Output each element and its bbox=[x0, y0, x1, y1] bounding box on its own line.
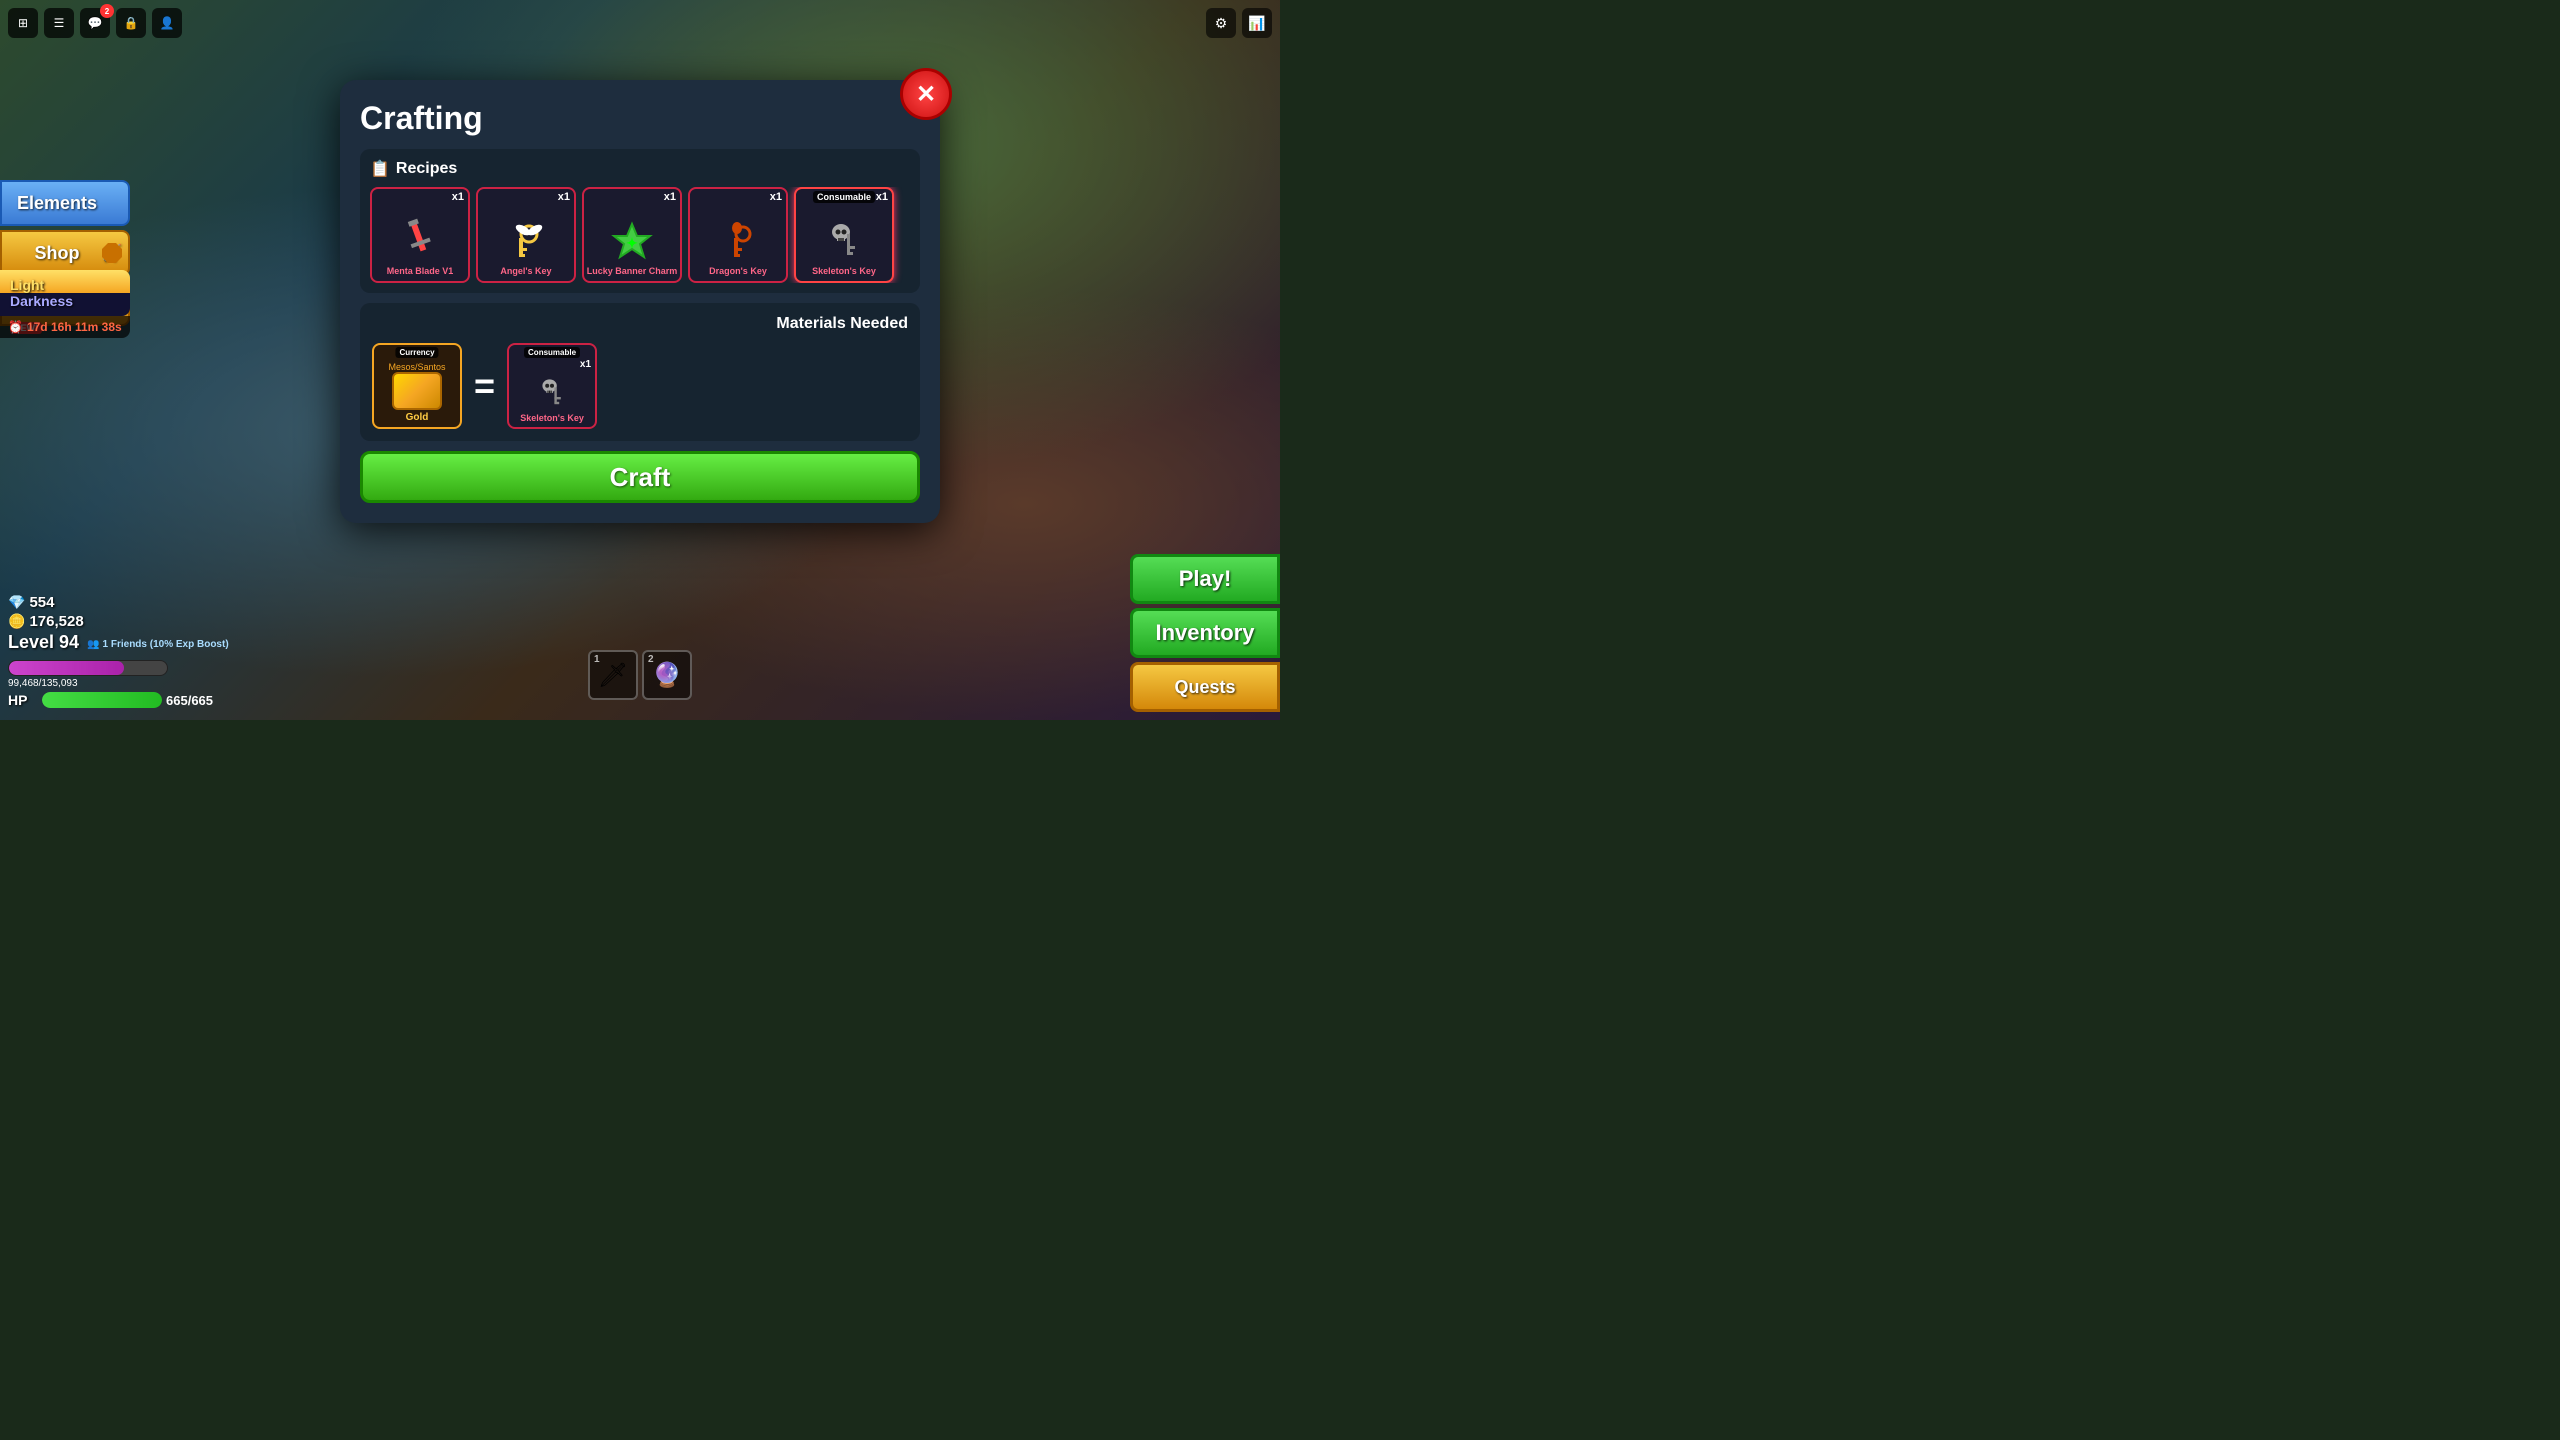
gold-ingot-icon bbox=[392, 372, 442, 410]
skeletons-key-icon bbox=[816, 215, 872, 267]
recipes-icon: 📋 bbox=[370, 159, 390, 179]
dragons-key-name: Dragon's Key bbox=[709, 267, 767, 277]
consumable-tag: Consumable bbox=[813, 191, 875, 203]
angels-count: x1 bbox=[558, 191, 570, 203]
currency-tag: Currency bbox=[395, 347, 438, 358]
skeleton-key-material-icon bbox=[527, 373, 577, 413]
recipes-grid: x1 Menta Blade V1 x1 bbox=[370, 187, 910, 283]
menta-blade-icon bbox=[392, 215, 448, 267]
crafting-title: Crafting bbox=[360, 100, 920, 137]
gold-name: Gold bbox=[406, 412, 429, 423]
recipe-menta-blade[interactable]: x1 Menta Blade V1 bbox=[370, 187, 470, 283]
skeletons-key-name: Skeleton's Key bbox=[812, 267, 876, 277]
materials-header: Materials Needed bbox=[372, 315, 908, 333]
currency-sub-tag: Mesos/Santos bbox=[386, 362, 447, 372]
lucky-count: x1 bbox=[664, 191, 676, 203]
material-count: x1 bbox=[580, 359, 591, 370]
recipe-lucky-charm[interactable]: x1 ✦ Lucky Banner Charm bbox=[582, 187, 682, 283]
lucky-charm-icon: ✦ bbox=[604, 215, 660, 267]
svg-text:✦: ✦ bbox=[626, 235, 638, 251]
lucky-charm-name: Lucky Banner Charm bbox=[587, 267, 678, 277]
modal-overlay: ✕ Crafting 📋 Recipes x1 bbox=[0, 0, 1280, 720]
recipes-list[interactable]: x1 Menta Blade V1 x1 bbox=[370, 187, 910, 283]
menta-count: x1 bbox=[452, 191, 464, 203]
angels-key-icon bbox=[498, 215, 554, 267]
material-gold: Currency Mesos/Santos Gold bbox=[372, 343, 462, 429]
menta-blade-name: Menta Blade V1 bbox=[387, 267, 454, 277]
equals-sign: = bbox=[474, 365, 495, 407]
skeleton-key-material-name: Skeleton's Key bbox=[520, 413, 584, 423]
recipes-label: Recipes bbox=[396, 160, 457, 178]
dragons-key-icon bbox=[710, 215, 766, 267]
recipe-skeletons-key[interactable]: Consumable x1 bbox=[794, 187, 894, 283]
skeleton-count: x1 bbox=[876, 191, 888, 203]
materials-section: Materials Needed Currency Mesos/Santos G… bbox=[360, 303, 920, 441]
angels-key-name: Angel's Key bbox=[500, 267, 551, 277]
recipes-section: 📋 Recipes x1 bbox=[360, 149, 920, 293]
crafting-modal: ✕ Crafting 📋 Recipes x1 bbox=[340, 80, 940, 523]
recipes-header: 📋 Recipes bbox=[370, 159, 910, 179]
close-button[interactable]: ✕ bbox=[900, 68, 952, 120]
recipe-angels-key[interactable]: x1 Angel's Ke bbox=[476, 187, 576, 283]
dragons-count: x1 bbox=[770, 191, 782, 203]
recipe-dragons-key[interactable]: x1 Dragon's Key bbox=[688, 187, 788, 283]
materials-formula: Currency Mesos/Santos Gold = Consumable … bbox=[372, 343, 908, 429]
craft-button[interactable]: Craft bbox=[360, 451, 920, 503]
consumable-material-tag: Consumable bbox=[524, 347, 580, 358]
material-skeletons-key: Consumable x1 bbox=[507, 343, 597, 429]
